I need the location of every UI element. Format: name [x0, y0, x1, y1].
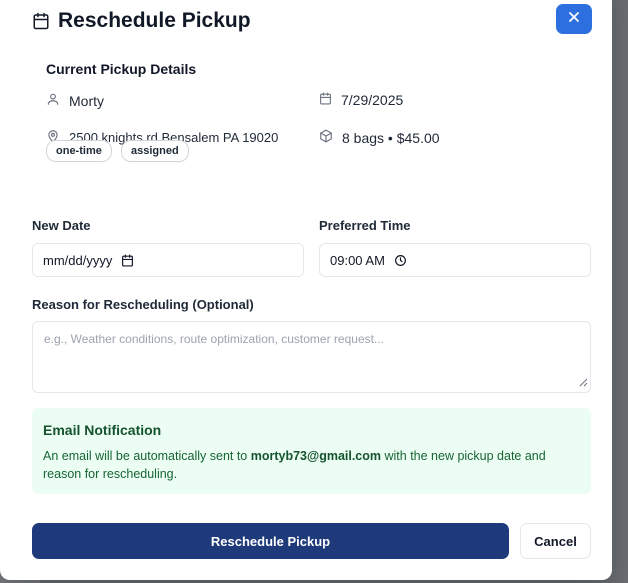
new-date-input[interactable]: mm/dd/yyyy	[32, 243, 304, 277]
email-notification-panel: Email Notification An email will be auto…	[32, 408, 591, 494]
pickup-date: 7/29/2025	[341, 92, 404, 108]
close-button[interactable]	[556, 4, 592, 34]
preferred-time-label: Preferred Time	[319, 218, 411, 233]
date-detail: 7/29/2025	[319, 92, 403, 108]
clock-icon[interactable]	[394, 254, 407, 267]
customer-name: Morty	[69, 92, 104, 109]
calendar-icon	[319, 92, 341, 108]
section-title: Current Pickup Details	[46, 61, 197, 77]
calendar-icon[interactable]	[121, 253, 134, 267]
bags-price: 8 bags • $45.00	[342, 129, 440, 146]
new-date-value: mm/dd/yyyy	[43, 252, 113, 268]
user-icon	[46, 92, 69, 109]
status-badge: assigned	[121, 140, 189, 162]
modal-header: Reschedule Pickup	[32, 4, 592, 38]
reason-label: Reason for Rescheduling (Optional)	[32, 297, 254, 312]
preferred-time-value: 09:00 AM	[330, 252, 385, 268]
reschedule-modal: Reschedule Pickup Current Pickup Details…	[0, 0, 612, 580]
reason-textarea[interactable]: e.g., Weather conditions, route optimiza…	[32, 321, 591, 393]
notification-text-before: An email will be automatically sent to	[43, 449, 251, 463]
customer-detail: Morty	[46, 92, 104, 109]
cancel-button[interactable]: Cancel	[520, 523, 591, 559]
reason-placeholder: e.g., Weather conditions, route optimiza…	[44, 332, 384, 346]
current-pickup-section: Current Pickup Details	[46, 61, 594, 77]
close-icon	[568, 10, 580, 28]
notification-title: Email Notification	[43, 422, 162, 438]
new-date-label: New Date	[32, 218, 91, 233]
reschedule-pickup-button[interactable]: Reschedule Pickup	[32, 523, 509, 559]
resize-handle-icon[interactable]	[579, 376, 588, 390]
notification-email: mortyb73@gmail.com	[250, 449, 382, 463]
tag-badge: one-time	[46, 140, 112, 162]
bags-detail: 8 bags • $45.00	[319, 129, 440, 146]
calendar-icon	[32, 12, 50, 30]
modal-title: Reschedule Pickup	[58, 9, 251, 32]
package-icon	[319, 129, 342, 146]
notification-text: An email will be automatically sent to m…	[43, 447, 580, 483]
preferred-time-input[interactable]: 09:00 AM	[319, 243, 591, 277]
